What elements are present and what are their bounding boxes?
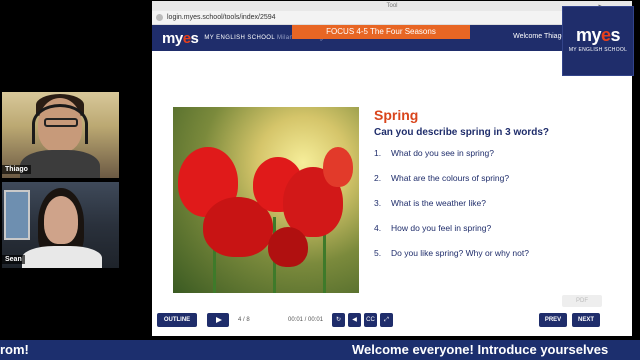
captions-icon[interactable]: CC [364,313,377,327]
question-item: 2. What are the colours of spring? [374,173,510,183]
background-window [4,190,30,240]
participant-body [22,246,102,268]
pdf-button[interactable]: PDF [562,295,602,307]
question-list: 1. What do you see in spring? 2. What are … [374,148,624,258]
lesson-focus-banner: FOCUS 4-5 The Four Seasons [292,25,470,39]
slide-title: Spring [374,107,419,123]
play-button[interactable] [207,313,229,327]
participant-body [20,150,100,178]
window-title: Tool [386,3,398,9]
question-item: 3. What is the weather like? [374,198,486,208]
browser-titlebar: Tool ▸ [152,1,632,11]
app-header: myes MY ENGLISH SCHOOL Milano Meravigli … [152,25,632,51]
volume-icon[interactable]: ◀ [348,313,361,327]
video-tile-sean[interactable]: Sean [2,182,119,268]
ticker-text-right: Welcome everyone! Introduce yourselves [352,342,609,357]
slide-subtitle: Can you describe spring in 3 words? [374,127,550,138]
screen: Thiago Sean Tool ▸ login.myes.school/too… [0,0,640,360]
address-bar[interactable]: login.myes.school/tools/index/2594 [152,11,632,25]
prev-button[interactable]: PREV [539,313,567,327]
spring-flowers-image [173,107,359,293]
lock-icon [156,14,163,21]
corner-logo-subtitle: MY ENGLISH SCHOOL [568,47,628,53]
question-item: 1. What do you see in spring? [374,148,495,158]
announcement-ticker: rom! Welcome everyone! Introduce yoursel… [0,340,640,360]
participant-face [44,196,78,244]
corner-logo-text: myes [575,25,621,45]
replay-icon[interactable]: ↻ [332,313,345,327]
corner-brand-logo: myes MY ENGLISH SCHOOL [562,6,634,76]
outline-button[interactable]: OUTLINE [157,313,197,327]
question-item: 5. Do you like spring? Why or why not? [374,248,529,258]
slide-area: Spring Can you describe spring in 3 word… [152,51,632,336]
ticker-text-left: rom! [0,342,29,357]
url-text: login.myes.school/tools/index/2594 [167,14,276,21]
slide-content: Spring Can you describe spring in 3 word… [374,107,624,273]
slide-controls: OUTLINE 4 / 8 00:01 / 00:01 ↻ ◀ CC ⤢ PRE… [152,311,632,335]
video-tile-thiago[interactable]: Thiago [2,92,119,178]
headphones-shape [32,104,88,144]
page-indicator: 4 / 8 [238,317,250,323]
browser-window: Tool ▸ login.myes.school/tools/index/259… [152,1,632,336]
question-item: 4. How do you feel in spring? [374,223,492,233]
participant-name-tag: Thiago [2,165,31,174]
time-indicator: 00:01 / 00:01 [288,317,324,323]
brand-logo[interactable]: myes [162,30,199,47]
fullscreen-icon[interactable]: ⤢ [380,313,393,327]
next-button[interactable]: NEXT [572,313,600,327]
participant-name-tag: Sean [2,255,25,264]
